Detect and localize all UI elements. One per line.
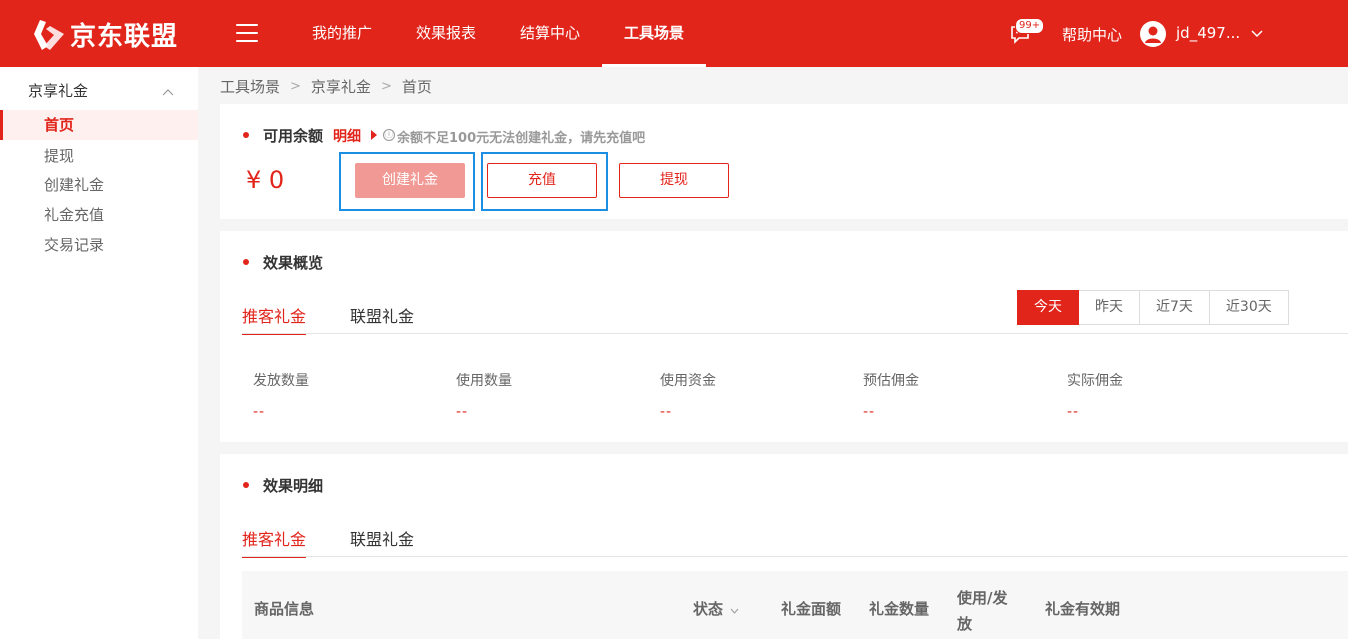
tabs-divider bbox=[242, 333, 1348, 334]
breadcrumb-separator-icon: > bbox=[290, 79, 301, 94]
metric-label: 使用资金 bbox=[660, 373, 716, 389]
column-use-issue: 使用/发 放 bbox=[957, 585, 1007, 637]
main-nav: 我的推广 效果报表 结算中心 工具场景 bbox=[290, 0, 707, 67]
range-today-button[interactable]: 今天 bbox=[1017, 290, 1079, 325]
metric-actual-commission: 实际佣金 -- bbox=[1067, 370, 1247, 420]
username[interactable]: jd_497... bbox=[1176, 24, 1240, 42]
metric-funds-used: 使用资金 -- bbox=[660, 370, 840, 420]
details-title: 效果明细 bbox=[263, 477, 324, 495]
chevron-down-icon bbox=[730, 608, 739, 614]
nav-settlement[interactable]: 结算中心 bbox=[498, 0, 602, 67]
bullet-dot bbox=[243, 259, 249, 265]
column-validity: 礼金有效期 bbox=[1045, 600, 1121, 618]
balance-detail-link[interactable]: 明细 bbox=[333, 126, 361, 146]
balance-title: 可用余额 bbox=[263, 127, 324, 145]
create-gift-button[interactable]: 创建礼金 bbox=[355, 163, 465, 198]
metric-value: -- bbox=[253, 404, 266, 420]
metric-label: 预估佣金 bbox=[863, 373, 919, 389]
range-30days-button[interactable]: 近30天 bbox=[1209, 290, 1289, 325]
metric-label: 实际佣金 bbox=[1067, 373, 1123, 389]
nav-tools[interactable]: 工具场景 bbox=[602, 0, 707, 67]
details-tabs: 推客礼金 联盟礼金 bbox=[242, 526, 458, 558]
column-status-label: 状态 bbox=[693, 600, 724, 618]
bullet-dot bbox=[243, 482, 249, 488]
column-amount: 礼金面额 bbox=[781, 600, 842, 618]
column-use-issue-line1: 使用/发 bbox=[957, 589, 1008, 607]
metric-estimated-commission: 预估佣金 -- bbox=[863, 370, 1043, 420]
metric-label: 使用数量 bbox=[456, 373, 512, 389]
column-use-issue-line2: 放 bbox=[957, 615, 973, 633]
overview-tabs: 推客礼金 联盟礼金 bbox=[242, 303, 458, 335]
tab-union-gift[interactable]: 联盟礼金 bbox=[350, 303, 414, 335]
chevron-up-icon[interactable] bbox=[162, 83, 174, 96]
column-product: 商品信息 bbox=[254, 600, 315, 618]
metric-value: -- bbox=[660, 404, 673, 420]
sidebar-item-home[interactable]: 首页 bbox=[0, 110, 198, 140]
table-header: 商品信息 状态 礼金面额 礼金数量 使用/发 放 礼金有效期 bbox=[242, 571, 1348, 639]
breadcrumb-current: 首页 bbox=[401, 78, 432, 96]
sidebar: 京享礼金 首页 提现 创建礼金 礼金充值 交易记录 bbox=[0, 67, 198, 639]
metric-used: 使用数量 -- bbox=[456, 370, 636, 420]
metric-issued: 发放数量 -- bbox=[253, 370, 433, 420]
breadcrumb-tools[interactable]: 工具场景 bbox=[220, 76, 280, 97]
tab-union-gift[interactable]: 联盟礼金 bbox=[350, 526, 414, 558]
logo-text: 京东联盟 bbox=[70, 21, 179, 52]
help-center-link[interactable]: 帮助中心 bbox=[1062, 24, 1122, 45]
tabs-divider bbox=[242, 556, 1348, 557]
recharge-button[interactable]: 充值 bbox=[487, 163, 597, 198]
jd-union-logo[interactable]: 京东联盟 bbox=[30, 14, 178, 54]
balance-tip: 余额不足100元无法创建礼金，请先充值吧 bbox=[397, 131, 646, 146]
nav-my-promotion[interactable]: 我的推广 bbox=[290, 0, 394, 67]
message-count-badge: 99+ bbox=[1015, 18, 1045, 34]
range-yesterday-button[interactable]: 昨天 bbox=[1079, 290, 1140, 325]
column-count: 礼金数量 bbox=[869, 600, 930, 618]
tab-promoter-gift[interactable]: 推客礼金 bbox=[242, 526, 307, 558]
metric-value: -- bbox=[863, 404, 876, 420]
menu-toggle-button[interactable] bbox=[236, 24, 258, 44]
bullet-dot bbox=[243, 132, 249, 138]
sidebar-item-create[interactable]: 创建礼金 bbox=[0, 170, 198, 200]
overview-title: 效果概览 bbox=[263, 254, 324, 272]
metric-value: -- bbox=[456, 404, 469, 420]
sidebar-group-jingxiang[interactable]: 京享礼金 bbox=[28, 80, 88, 101]
details-card: 效果明细 推客礼金 联盟礼金 商品信息 状态 礼金面额 礼金数量 使用/发 放 … bbox=[220, 454, 1348, 639]
balance-card: 可用余额 明细 ⓘ 余额不足100元无法创建礼金，请先充值吧 ¥ 0 创建礼金 … bbox=[220, 104, 1348, 219]
sidebar-item-withdraw[interactable]: 提现 bbox=[0, 141, 198, 171]
breadcrumb: 工具场景 > 京享礼金 > 首页 bbox=[220, 76, 432, 97]
date-range-selector: 今天 昨天 近7天 近30天 bbox=[1017, 290, 1289, 325]
nav-reports[interactable]: 效果报表 bbox=[394, 0, 498, 67]
breadcrumb-jingxiang[interactable]: 京享礼金 bbox=[311, 76, 371, 97]
sidebar-item-recharge[interactable]: 礼金充值 bbox=[0, 200, 198, 230]
caret-right-icon[interactable] bbox=[371, 130, 377, 140]
breadcrumb-separator-icon: > bbox=[380, 79, 392, 94]
jd-logo-icon bbox=[30, 16, 66, 52]
chevron-down-icon[interactable] bbox=[1250, 26, 1264, 40]
overview-card: 效果概览 推客礼金 联盟礼金 今天 昨天 近7天 近30天 发放数量 -- 使用… bbox=[220, 231, 1348, 442]
top-header: 京东联盟 我的推广 效果报表 结算中心 工具场景 99+ 帮助中心 jd_497… bbox=[0, 0, 1348, 67]
sidebar-item-transactions[interactable]: 交易记录 bbox=[0, 230, 198, 260]
withdraw-button[interactable]: 提现 bbox=[619, 163, 729, 198]
range-7days-button[interactable]: 近7天 bbox=[1140, 290, 1210, 325]
metric-value: -- bbox=[1067, 404, 1080, 420]
tab-promoter-gift[interactable]: 推客礼金 bbox=[242, 303, 307, 335]
info-icon: ⓘ bbox=[383, 129, 395, 141]
user-avatar-icon[interactable] bbox=[1140, 21, 1166, 47]
column-status[interactable]: 状态 bbox=[693, 598, 739, 619]
metric-label: 发放数量 bbox=[253, 373, 309, 389]
balance-amount: ¥ 0 bbox=[246, 166, 285, 194]
